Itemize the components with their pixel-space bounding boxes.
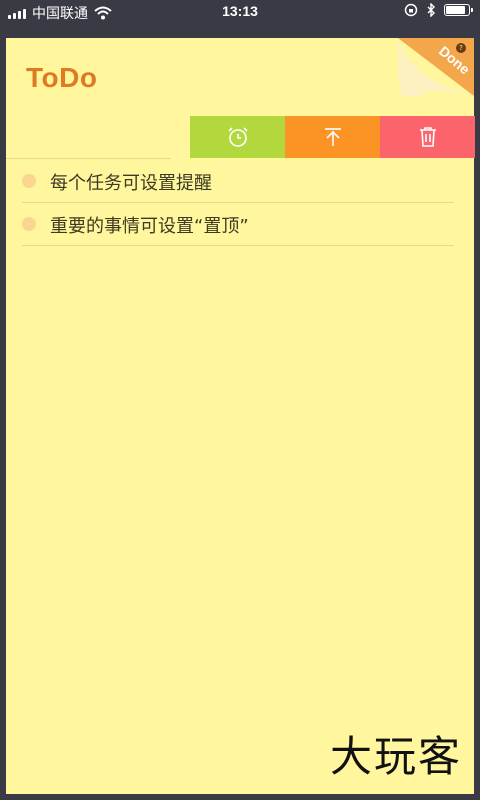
list-item[interactable]: 重要的事情可设置“置顶”	[22, 203, 454, 246]
app-title: ToDo	[26, 62, 98, 93]
done-corner-tab[interactable]: ? Done	[398, 38, 474, 96]
delete-button[interactable]	[380, 116, 475, 158]
todo-note: ToDo ? Done 每个任务可设置提醒 重要的事情可设置“置顶” 大玩客	[6, 38, 475, 794]
battery-icon	[444, 4, 473, 16]
watermark: 大玩客	[329, 732, 462, 781]
swiped-row-content	[6, 116, 190, 158]
alarm-button[interactable]	[190, 116, 285, 158]
status-right	[404, 3, 473, 17]
task-list: 每个任务可设置提醒 重要的事情可设置“置顶”	[22, 160, 454, 246]
task-bullet-icon	[22, 217, 36, 231]
list-item[interactable]: 每个任务可设置提醒	[22, 160, 454, 203]
alarm-clock-icon	[227, 127, 248, 147]
task-text: 每个任务可设置提醒	[50, 173, 212, 194]
status-bar: 中国联通 13:13	[0, 0, 480, 24]
task-bullet-icon	[22, 174, 36, 188]
pin-top-icon	[324, 128, 341, 146]
task-text: 重要的事情可设置“置顶”	[50, 216, 249, 237]
pin-top-button[interactable]	[285, 116, 380, 158]
rotation-lock-icon	[404, 3, 418, 17]
trash-icon	[419, 127, 436, 147]
swipe-actions	[190, 116, 475, 158]
divider	[6, 158, 171, 159]
swiped-task-row[interactable]	[6, 116, 475, 158]
bluetooth-icon	[427, 3, 435, 17]
